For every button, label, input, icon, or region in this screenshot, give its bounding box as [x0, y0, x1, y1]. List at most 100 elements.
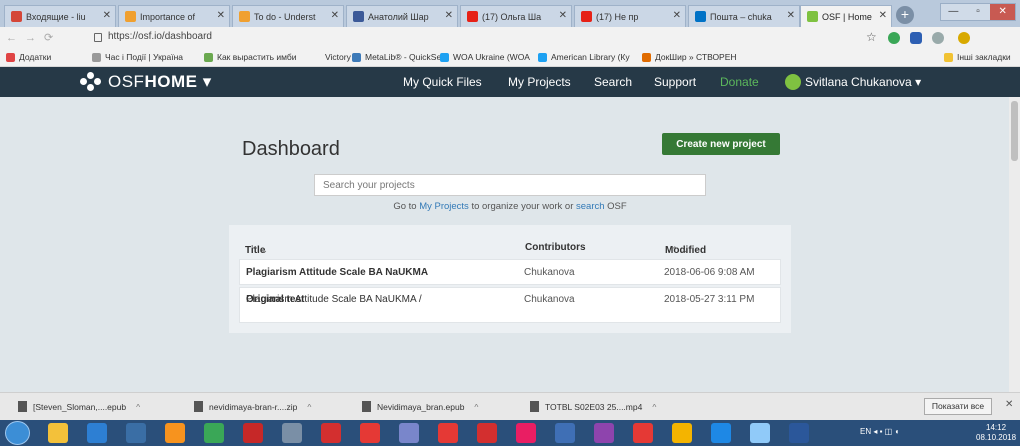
scrollbar-thumb[interactable] [1011, 101, 1018, 161]
clock[interactable]: 14:12 08.10.2018 [976, 423, 1016, 443]
file-icon [194, 401, 203, 412]
taskbar-app-icon[interactable] [48, 423, 68, 443]
bookmark-icon [92, 52, 101, 62]
table-row[interactable]: Plagiarism Attitude Scale BA NaUKMA Chuk… [239, 259, 781, 285]
dashboard-hint: Go to My Projects to organize your work … [314, 201, 706, 212]
start-button[interactable] [5, 421, 30, 445]
tab-favicon-icon [11, 11, 22, 22]
browser-tab[interactable]: (17) Не пр ✕ [574, 5, 686, 27]
bookmark-item[interactable]: ДокШир » СТВОРЕН [642, 52, 737, 62]
table-row[interactable]: Plagiarism Attitude Scale BA NaUKMA / Or… [239, 287, 781, 323]
search-link[interactable]: search [576, 201, 605, 212]
taskbar-app-icon[interactable] [477, 423, 497, 443]
minimize-button[interactable]: — [941, 4, 966, 20]
close-window-button[interactable]: ✕ [990, 4, 1016, 20]
close-tab-icon[interactable]: ✕ [217, 10, 225, 21]
close-tab-icon[interactable]: ✕ [103, 10, 111, 21]
hint-suffix: OSF [604, 201, 627, 212]
taskbar-app-icon[interactable] [750, 423, 770, 443]
bookmark-item[interactable]: Додатки [6, 52, 51, 62]
tab-label: To do - Underst [254, 11, 316, 22]
close-downloads-icon[interactable]: ✕ [1005, 399, 1013, 410]
nav-donate[interactable]: Donate [720, 75, 759, 89]
avatar[interactable] [785, 74, 801, 90]
browser-tab[interactable]: Анатолий Шар ✕ [346, 5, 458, 27]
download-item[interactable]: [Steven_Sloman,....epub ^ [18, 401, 140, 412]
download-item[interactable]: Nevidimaya_bran.epub ^ [362, 401, 478, 412]
nav-buttons[interactable]: ←→⟳ [6, 31, 61, 44]
nav-my-quick-files[interactable]: My Quick Files [403, 75, 482, 89]
taskbar-app-icon[interactable] [672, 423, 692, 443]
tab-label: OSF | Home [822, 11, 872, 22]
extension-icon[interactable] [932, 32, 944, 44]
hint-prefix: Go to [393, 201, 420, 212]
my-projects-link[interactable]: My Projects [419, 201, 469, 212]
taskbar-app-icon[interactable] [165, 423, 185, 443]
bookmark-item[interactable]: Как вырастить имби [204, 52, 297, 62]
bookmark-item[interactable]: American Library (Ку [538, 52, 630, 62]
project-title[interactable]: Plagiarism Attitude Scale BA NaUKMA [246, 267, 428, 278]
taskbar-app-icon[interactable] [516, 423, 536, 443]
tab-favicon-icon [807, 11, 818, 22]
scrollbar[interactable] [1009, 97, 1020, 392]
system-tray[interactable]: EN ◂ ▪ ◫ ◖ [860, 427, 899, 436]
chevron-up-icon: ^ [307, 401, 312, 412]
url-field[interactable]: https://osf.io/dashboard [108, 31, 212, 42]
close-tab-icon[interactable]: ✕ [787, 10, 795, 21]
tab-favicon-icon [239, 11, 250, 22]
taskbar-app-icon[interactable] [87, 423, 107, 443]
taskbar-app-icon[interactable] [789, 423, 809, 443]
browser-tab[interactable]: OSF | Home ✕ [800, 5, 892, 27]
taskbar-app-icon[interactable] [282, 423, 302, 443]
bookmark-item[interactable]: MetaLib® - QuickSe [352, 52, 441, 62]
file-icon [18, 401, 27, 412]
close-tab-icon[interactable]: ✕ [559, 10, 567, 21]
user-menu[interactable]: Svitlana Chukanova ▾ [805, 75, 921, 89]
bookmark-item[interactable]: Інші закладки [944, 52, 1011, 62]
close-tab-icon[interactable]: ✕ [445, 10, 453, 21]
taskbar-app-icon[interactable] [711, 423, 731, 443]
extension-icon[interactable] [958, 32, 970, 44]
bookmark-item[interactable]: Час і Події | Україна [92, 52, 183, 62]
nav-my-projects[interactable]: My Projects [508, 75, 571, 89]
taskbar-app-icon[interactable] [243, 423, 263, 443]
taskbar-app-icon[interactable] [438, 423, 458, 443]
show-all-downloads-button[interactable]: Показати все [924, 398, 992, 415]
browser-tab[interactable]: Пошта – chuka ✕ [688, 5, 800, 27]
bookmark-icon [204, 52, 213, 62]
extension-icon[interactable] [888, 32, 900, 44]
new-tab-button[interactable]: + [896, 6, 914, 24]
extension-icon[interactable] [910, 32, 922, 44]
maximize-button[interactable]: ▫ [966, 4, 991, 20]
browser-tab[interactable]: Входящие - liu ✕ [4, 5, 116, 27]
bookmark-item[interactable]: WOA Ukraine (WOA [440, 52, 530, 62]
bookmark-item[interactable]: Victory [312, 52, 351, 62]
taskbar-app-icon[interactable] [555, 423, 575, 443]
search-projects-input[interactable]: Search your projects [314, 174, 706, 196]
nav-search[interactable]: Search [594, 75, 632, 89]
download-item[interactable]: TOTBL S02E03 25....mp4 ^ [530, 401, 656, 412]
project-contributors: Chukanova [524, 267, 575, 278]
taskbar-app-icon[interactable] [594, 423, 614, 443]
close-tab-icon[interactable]: ✕ [673, 10, 681, 21]
bookmark-icon [312, 52, 321, 62]
tab-favicon-icon [581, 11, 592, 22]
browser-tab[interactable]: (17) Ольга Ша ✕ [460, 5, 572, 27]
taskbar-app-icon[interactable] [633, 423, 653, 443]
create-new-project-button[interactable]: Create new project [662, 133, 780, 155]
taskbar-app-icon[interactable] [321, 423, 341, 443]
taskbar-app-icon[interactable] [399, 423, 419, 443]
taskbar-app-icon[interactable] [360, 423, 380, 443]
caret-down-icon: ▾ [202, 72, 212, 91]
osf-home-logo[interactable]: OSFHOME ▾ [80, 72, 212, 92]
taskbar-app-icon[interactable] [204, 423, 224, 443]
browser-tab[interactable]: Importance of ✕ [118, 5, 230, 27]
nav-support[interactable]: Support [654, 75, 696, 89]
bookmark-star-icon[interactable]: ☆ [866, 30, 877, 44]
download-item[interactable]: nevidimaya-bran-r....zip ^ [194, 401, 311, 412]
close-tab-icon[interactable]: ✕ [879, 10, 887, 21]
bookmark-icon [352, 52, 361, 62]
browser-tab[interactable]: To do - Underst ✕ [232, 5, 344, 27]
taskbar-app-icon[interactable] [126, 423, 146, 443]
close-tab-icon[interactable]: ✕ [331, 10, 339, 21]
